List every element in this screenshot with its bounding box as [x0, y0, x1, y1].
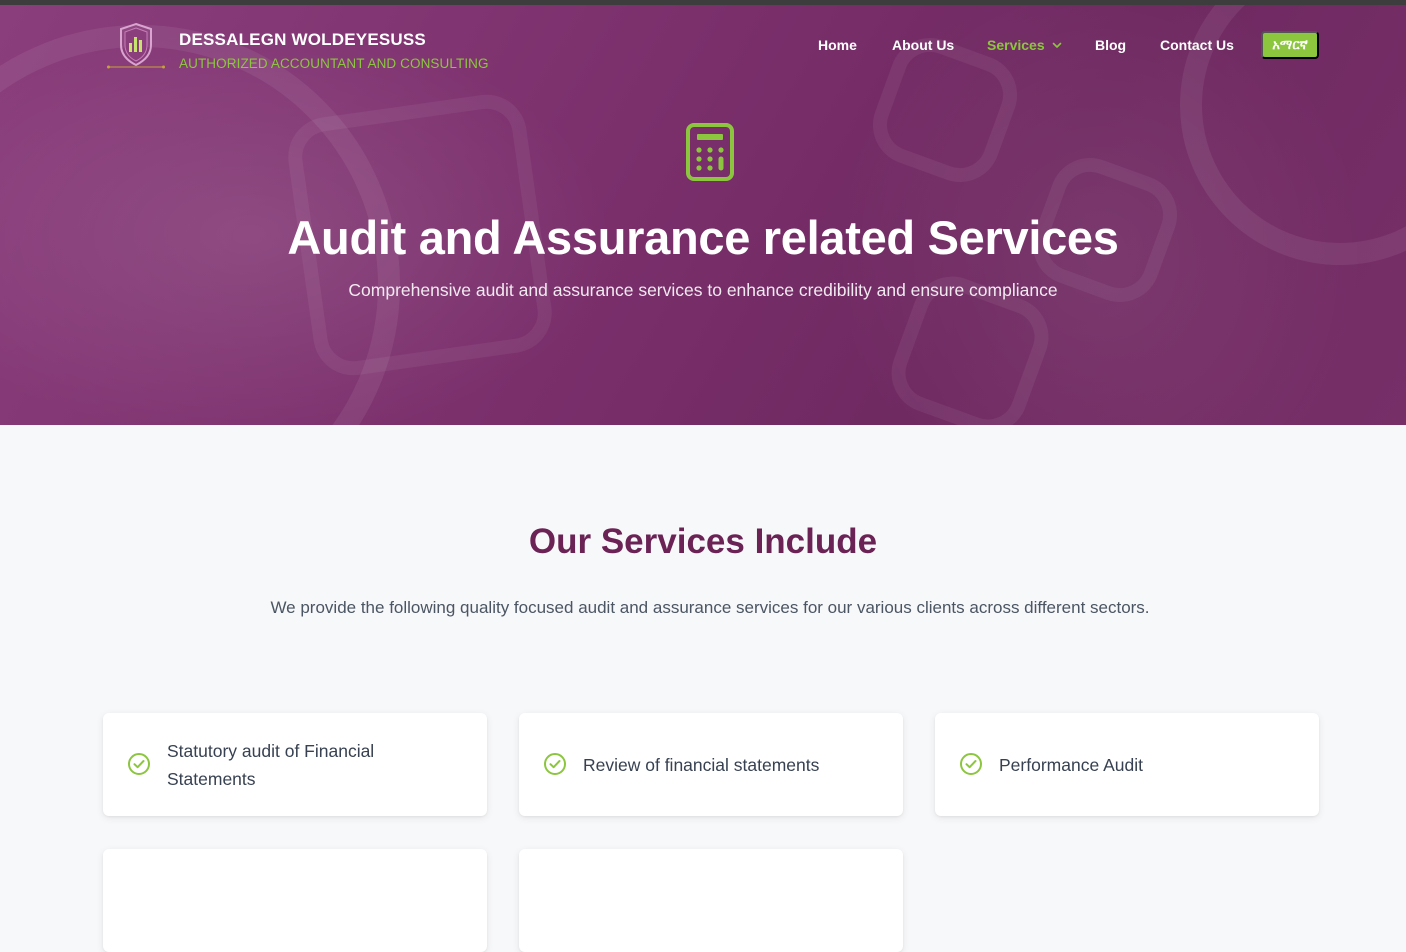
service-card-label: Statutory audit of Financial Statements	[167, 740, 375, 789]
service-card-label: Review of financial statements	[583, 754, 820, 775]
section-description: We provide the following quality focused…	[270, 598, 1150, 617]
service-card: Review of financial statements	[519, 713, 903, 816]
service-card	[519, 849, 903, 952]
check-circle-icon	[128, 753, 150, 775]
nav-about-us[interactable]: About Us	[892, 37, 954, 53]
calculator-icon	[684, 122, 738, 184]
page-title: Audit and Assurance related Services	[287, 211, 1119, 264]
nav-contact-us[interactable]: Contact Us	[1160, 37, 1234, 53]
nav-blog[interactable]: Blog	[1095, 37, 1126, 53]
brand-logo[interactable]	[107, 21, 165, 71]
service-card: Performance Audit	[935, 713, 1319, 816]
language-toggle-button[interactable]: አማርኛ	[1261, 31, 1319, 59]
section-title: Our Services Include	[528, 522, 878, 561]
check-circle-icon	[544, 753, 566, 775]
page-subtitle: Comprehensive audit and assurance servic…	[348, 280, 1058, 300]
nav-services[interactable]: Services	[987, 37, 1063, 53]
service-card	[103, 849, 487, 952]
nav-home[interactable]: Home	[818, 37, 857, 53]
brand-tagline: AUTHORIZED ACCOUNTANT AND CONSULTING	[179, 56, 489, 71]
shield-chart-logo-icon	[107, 22, 165, 69]
service-card-label: Performance Audit	[999, 754, 1143, 775]
brand-name[interactable]: DESSALEGN WOLDEYESUSS	[179, 30, 426, 50]
check-circle-icon	[960, 753, 982, 775]
service-card: Statutory audit of Financial Statements	[103, 713, 487, 816]
chevron-down-icon	[1052, 42, 1061, 48]
nav-services-label: Services	[987, 37, 1045, 53]
